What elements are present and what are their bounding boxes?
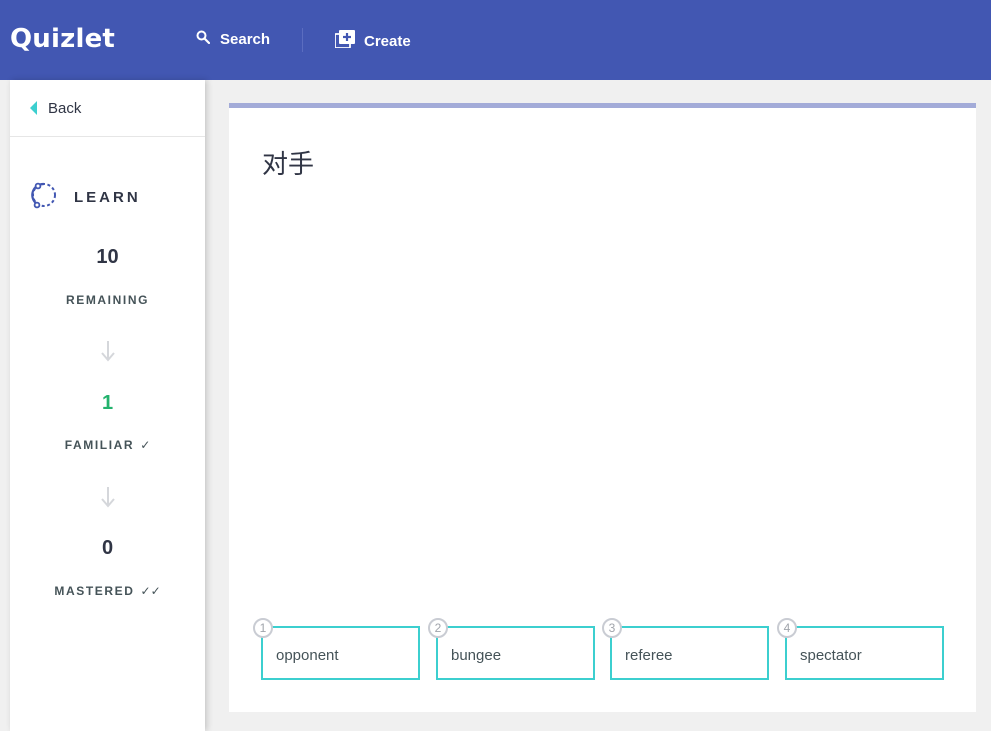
choice-text: spectator <box>800 647 862 664</box>
choice-number-badge: 1 <box>253 618 273 638</box>
back-label: Back <box>48 100 82 117</box>
search-label: Search <box>220 31 271 48</box>
progress-fill <box>229 103 976 108</box>
mastered-row: MASTERED ✓✓ <box>10 584 205 598</box>
mastered-label: MASTERED <box>54 584 135 598</box>
search-button[interactable]: Search <box>196 30 270 49</box>
answer-choice-4[interactable]: 4 spectator <box>777 618 944 680</box>
prompt-term: 对手 <box>262 150 315 180</box>
progress-track <box>229 103 976 108</box>
choice-number-badge: 2 <box>428 618 448 638</box>
remaining-label: REMAINING <box>65 293 150 307</box>
mastered-count: 0 <box>101 537 114 559</box>
search-icon <box>196 30 211 49</box>
learn-mode-icon <box>30 180 58 215</box>
remaining-count: 10 <box>96 246 119 268</box>
choice-number-badge: 3 <box>602 618 622 638</box>
choice-number-badge: 4 <box>777 618 797 638</box>
double-check-icon: ✓✓ <box>140 584 161 598</box>
mode-indicator: LEARN <box>30 180 141 215</box>
familiar-row: FAMILIAR ✓ <box>10 438 205 452</box>
top-nav-bar: Quizlet Search Create <box>0 0 991 80</box>
back-button[interactable]: Back <box>10 80 205 137</box>
down-arrow-icon <box>101 341 115 362</box>
familiar-count: 1 <box>101 392 114 414</box>
create-button[interactable]: Create <box>334 30 411 53</box>
learn-sidebar: Back LEARN 10 REMAINING 1 FAMILIAR ✓ 0 MA… <box>10 80 205 731</box>
quizlet-logo[interactable]: Quizlet <box>10 24 115 54</box>
check-icon: ✓ <box>140 438 151 452</box>
answer-choice-2[interactable]: 2 bungee <box>428 618 595 680</box>
down-arrow-icon <box>101 487 115 508</box>
answer-choice-1[interactable]: 1 opponent <box>253 618 420 680</box>
create-label: Create <box>364 33 411 50</box>
choice-text: opponent <box>276 647 339 664</box>
choice-text: bungee <box>451 647 502 664</box>
choice-text: referee <box>625 647 673 664</box>
back-caret-icon <box>30 101 37 115</box>
nav-divider <box>302 28 303 52</box>
familiar-label: FAMILIAR <box>64 438 135 452</box>
create-set-icon <box>334 30 355 53</box>
mode-label: LEARN <box>74 189 141 206</box>
answer-choice-3[interactable]: 3 referee <box>602 618 769 680</box>
question-card: 对手 1 opponent 2 bungee 3 referee 4 spect… <box>229 103 976 712</box>
